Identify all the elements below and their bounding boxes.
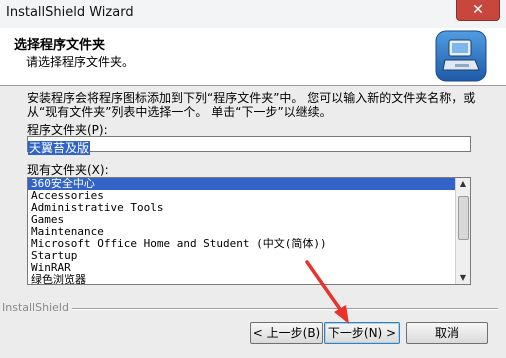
folder-list-items: 360安全中心 Accessories Administrative Tools Ga… (28, 178, 456, 284)
next-button[interactable]: 下一步(N) > (324, 322, 400, 344)
list-item[interactable]: Games (28, 214, 456, 226)
title-bar: InstallShield Wizard ✕ (0, 0, 506, 28)
window-title: InstallShield Wizard (6, 5, 134, 20)
cancel-button[interactable]: 取消 (406, 322, 488, 344)
footer-divider (72, 308, 498, 310)
wizard-body: 安装程序会将程序图标添加到下列“程序文件夹”中。 您可以输入新的文件夹名称，或从… (0, 86, 506, 358)
existing-folders-label: 现有文件夹(X): (27, 163, 109, 177)
list-item[interactable]: Maintenance (28, 226, 456, 238)
page-title: 选择程序文件夹 (14, 38, 106, 53)
list-item[interactable]: 360安全中心 (28, 178, 456, 190)
page-subtitle: 请选择程序文件夹。 (26, 55, 135, 69)
list-item[interactable]: WinRAR (28, 262, 456, 274)
existing-folders-list[interactable]: 360安全中心 Accessories Administrative Tools Ga… (27, 177, 471, 285)
list-item[interactable]: Administrative Tools (28, 202, 456, 214)
back-button[interactable]: < 上一步(B) (250, 322, 323, 344)
scroll-thumb[interactable] (458, 196, 469, 240)
list-item[interactable]: Accessories (28, 190, 456, 202)
program-folder-value: 天翼苔及版 (28, 141, 91, 155)
program-folder-input[interactable]: 天翼苔及版 (27, 136, 471, 155)
close-button[interactable]: ✕ (456, 0, 500, 21)
list-item[interactable]: 绿色浏览器 (28, 274, 456, 284)
installshield-wizard-window: InstallShield Wizard ✕ 选择程序文件夹 请选择程序文件夹。 (0, 0, 506, 358)
installshield-brand: InstallShield (2, 301, 69, 314)
close-icon: ✕ (472, 2, 484, 18)
list-item[interactable]: Startup (28, 250, 456, 262)
scroll-up-icon[interactable]: ▲ (456, 178, 470, 190)
vertical-scrollbar[interactable]: ▲ ▼ (455, 178, 470, 284)
instruction-text: 安装程序会将程序图标添加到下列“程序文件夹”中。 您可以输入新的文件夹名称，或从… (27, 91, 476, 119)
wizard-header: 选择程序文件夹 请选择程序文件夹。 (0, 28, 506, 86)
scroll-down-icon[interactable]: ▼ (456, 272, 470, 284)
list-item[interactable]: Microsoft Office Home and Student (中文(简体… (28, 238, 456, 250)
computer-install-icon (435, 30, 487, 82)
